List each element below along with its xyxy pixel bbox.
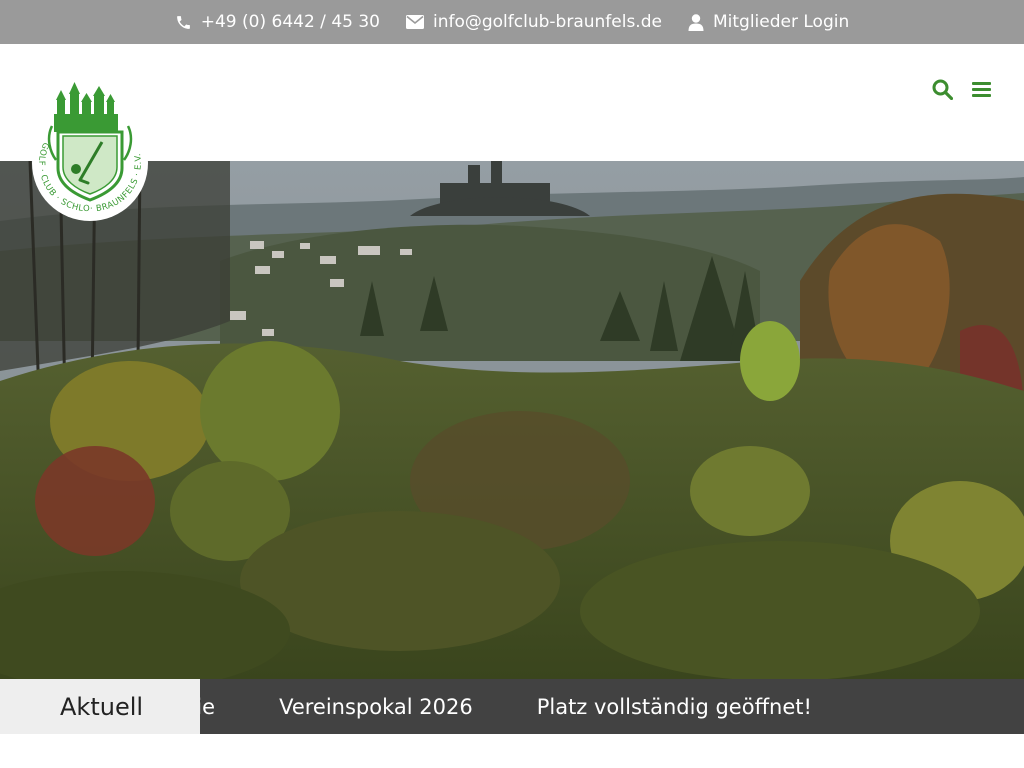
ticker-item[interactable]: Vereinspokal 2026: [279, 695, 473, 719]
hero-image: [0, 161, 1024, 679]
phone-icon: [176, 15, 190, 29]
header-actions: [913, 79, 991, 100]
user-icon: [688, 13, 704, 31]
envelope-icon: [405, 15, 424, 29]
search-button[interactable]: [932, 79, 953, 100]
phone-number: +49 (0) 6442 / 45 30: [200, 12, 380, 32]
ticker-label: Aktuell: [0, 679, 200, 734]
phone-link[interactable]: +49 (0) 6442 / 45 30: [175, 12, 380, 32]
ticker-items: nie Vereinspokal 2026 Platz vollständig …: [183, 679, 812, 734]
menu-button[interactable]: [972, 81, 991, 98]
site-header: [0, 44, 1024, 161]
ticker-item[interactable]: Platz vollständig geöffnet!: [537, 695, 812, 719]
club-logo[interactable]: GOLF · CLUB · SCHLOSS · BRAUNFELS · E.V.: [27, 73, 150, 222]
news-ticker: Aktuell nie Vereinspokal 2026 Platz voll…: [0, 679, 1024, 734]
member-login-label: Mitglieder Login: [712, 12, 850, 32]
menu-icon: [972, 82, 991, 97]
member-login-link[interactable]: Mitglieder Login: [688, 12, 849, 32]
contact-bar: +49 (0) 6442 / 45 30 info@golfclub-braun…: [0, 0, 1024, 44]
email-link[interactable]: info@golfclub-braunfels.de: [405, 12, 662, 32]
search-icon: [932, 79, 953, 100]
email-address: info@golfclub-braunfels.de: [432, 12, 662, 32]
